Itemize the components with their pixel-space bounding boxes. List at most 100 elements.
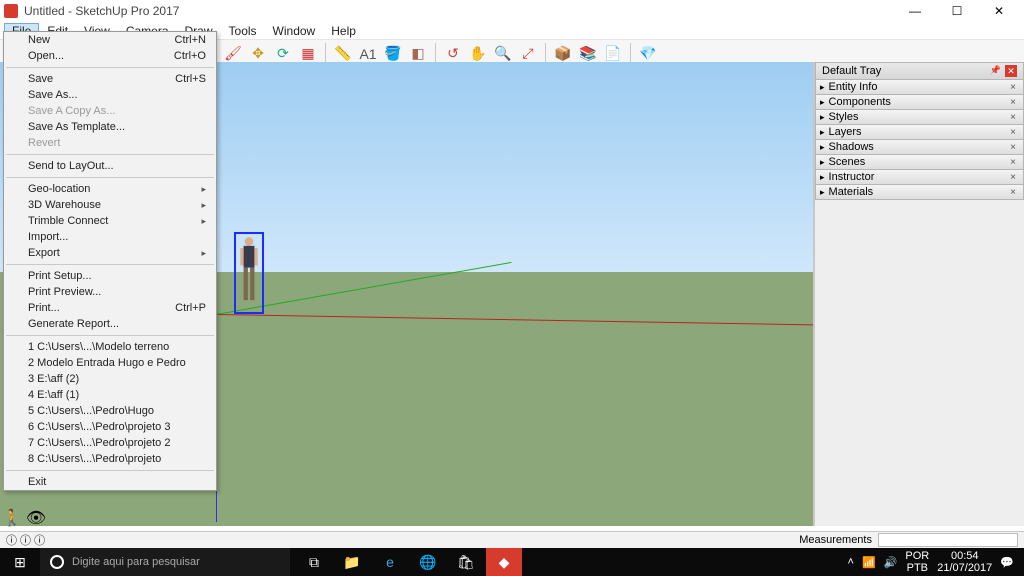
menu-item-save-copy: Save A Copy As...: [4, 103, 216, 119]
submenu-arrow-icon: ▸: [201, 216, 206, 227]
windows-taskbar: ⊞ Digite aqui para pesquisar ⧉ 📁 e 🌐 🛍 ◆…: [0, 548, 1024, 576]
notification-icon[interactable]: 💬: [1000, 556, 1014, 569]
panel-materials[interactable]: ▸Materials×: [815, 185, 1024, 200]
minimize-button[interactable]: —: [894, 0, 936, 22]
menu-item-recent-4[interactable]: 4 E:\aff (1): [4, 387, 216, 403]
status-icons[interactable]: ⓘ ⓘ ⓘ: [6, 532, 45, 548]
cortana-icon: [50, 555, 64, 569]
menu-item-recent-3[interactable]: 3 E:\aff (2): [4, 371, 216, 387]
menu-item-recent-8[interactable]: 8 C:\Users\...\Pedro\projeto: [4, 451, 216, 467]
menu-tools[interactable]: Tools: [221, 23, 265, 39]
menu-separator: [6, 67, 214, 68]
task-view-icon[interactable]: ⧉: [296, 548, 332, 576]
panel-close-icon[interactable]: ×: [1007, 97, 1019, 108]
menu-item-geo[interactable]: Geo-location▸: [4, 181, 216, 197]
person-hint-icon: 🚶: [2, 508, 22, 528]
menu-item-send-layout[interactable]: Send to LayOut...: [4, 158, 216, 174]
panel-close-icon[interactable]: ×: [1007, 82, 1019, 93]
menu-item-new[interactable]: NewCtrl+N: [4, 32, 216, 48]
panel-entity-info[interactable]: ▸Entity Info×: [815, 80, 1024, 95]
menu-item-import[interactable]: Import...: [4, 229, 216, 245]
menu-item-save-as[interactable]: Save As...: [4, 87, 216, 103]
scale-figure-selected[interactable]: [234, 232, 264, 314]
tray-close-icon[interactable]: ✕: [1005, 65, 1017, 77]
submenu-arrow-icon: ▸: [201, 184, 206, 195]
taskbar-search[interactable]: Digite aqui para pesquisar: [40, 548, 290, 576]
panel-scenes[interactable]: ▸Scenes×: [815, 155, 1024, 170]
panel-shadows[interactable]: ▸Shadows×: [815, 140, 1024, 155]
store-icon[interactable]: 🛍: [448, 548, 484, 576]
menu-separator: [6, 470, 214, 471]
menu-item-save[interactable]: SaveCtrl+S: [4, 71, 216, 87]
menu-item-recent-7[interactable]: 7 C:\Users\...\Pedro\projeto 2: [4, 435, 216, 451]
explorer-icon[interactable]: 📁: [334, 548, 370, 576]
eye-hint-icon: 👁: [26, 508, 46, 528]
sketchup-taskbar-icon[interactable]: ◆: [486, 548, 522, 576]
menu-item-print-preview[interactable]: Print Preview...: [4, 284, 216, 300]
menu-item-report[interactable]: Generate Report...: [4, 316, 216, 332]
menu-item-print[interactable]: Print...Ctrl+P: [4, 300, 216, 316]
menu-item-export[interactable]: Export▸: [4, 245, 216, 261]
tray-title-label: Default Tray: [822, 65, 881, 77]
menu-item-recent-2[interactable]: 2 Modelo Entrada Hugo e Pedro: [4, 355, 216, 371]
chevron-right-icon: ▸: [820, 187, 825, 197]
person-icon: [238, 235, 260, 311]
maximize-button[interactable]: ☐: [936, 0, 978, 22]
panel-close-icon[interactable]: ×: [1007, 172, 1019, 183]
menu-item-recent-1[interactable]: 1 C:\Users\...\Modelo terreno: [4, 339, 216, 355]
submenu-arrow-icon: ▸: [201, 248, 206, 259]
menu-item-trimble[interactable]: Trimble Connect▸: [4, 213, 216, 229]
menu-item-recent-6[interactable]: 6 C:\Users\...\Pedro\projeto 3: [4, 419, 216, 435]
panel-close-icon[interactable]: ×: [1007, 187, 1019, 198]
file-dropdown-menu: NewCtrl+N Open...Ctrl+O SaveCtrl+S Save …: [3, 31, 217, 491]
menu-item-recent-5[interactable]: 5 C:\Users\...\Pedro\Hugo: [4, 403, 216, 419]
tray-up-icon[interactable]: ˄: [848, 556, 854, 568]
tray-title[interactable]: Default Tray 📌 ✕: [815, 62, 1024, 80]
pin-icon[interactable]: 📌: [990, 65, 1001, 77]
measurements-label: Measurements: [799, 534, 872, 546]
chevron-right-icon: ▸: [820, 157, 825, 167]
menu-item-revert: Revert: [4, 135, 216, 151]
menu-item-print-setup[interactable]: Print Setup...: [4, 268, 216, 284]
chevron-right-icon: ▸: [820, 112, 825, 122]
menu-item-save-template[interactable]: Save As Template...: [4, 119, 216, 135]
menu-item-open[interactable]: Open...Ctrl+O: [4, 48, 216, 64]
default-tray: Default Tray 📌 ✕ ▸Entity Info× ▸Componen…: [814, 62, 1024, 526]
panel-close-icon[interactable]: ×: [1007, 157, 1019, 168]
chevron-right-icon: ▸: [820, 172, 825, 182]
window-title: Untitled - SketchUp Pro 2017: [24, 4, 894, 18]
chrome-icon[interactable]: 🌐: [410, 548, 446, 576]
chevron-right-icon: ▸: [820, 82, 825, 92]
menu-separator: [6, 154, 214, 155]
system-tray: ˄ 📶 🔊 POR PTB 00:54 21/07/2017 💬: [848, 550, 1024, 574]
viewport-hints: 🚶 👁: [2, 508, 46, 528]
panel-layers[interactable]: ▸Layers×: [815, 125, 1024, 140]
panel-close-icon[interactable]: ×: [1007, 112, 1019, 123]
panel-instructor[interactable]: ▸Instructor×: [815, 170, 1024, 185]
menu-window[interactable]: Window: [265, 23, 324, 39]
menu-separator: [6, 177, 214, 178]
statusbar: ⓘ ⓘ ⓘ Measurements: [0, 531, 1024, 548]
taskbar-apps: ⧉ 📁 e 🌐 🛍 ◆: [296, 548, 522, 576]
measurements-input[interactable]: [878, 533, 1018, 547]
wifi-icon[interactable]: 📶: [862, 556, 876, 569]
sound-icon[interactable]: 🔊: [884, 556, 898, 569]
submenu-arrow-icon: ▸: [201, 200, 206, 211]
panel-close-icon[interactable]: ×: [1007, 127, 1019, 138]
panel-close-icon[interactable]: ×: [1007, 142, 1019, 153]
panel-styles[interactable]: ▸Styles×: [815, 110, 1024, 125]
taskbar-clock[interactable]: 00:54 21/07/2017: [937, 550, 992, 574]
menu-item-exit[interactable]: Exit: [4, 474, 216, 490]
taskbar-lang[interactable]: POR PTB: [905, 550, 929, 574]
window-titlebar: Untitled - SketchUp Pro 2017 — ☐ ✕: [0, 0, 1024, 22]
menu-help[interactable]: Help: [323, 23, 364, 39]
app-icon: [4, 4, 18, 18]
menu-separator: [6, 335, 214, 336]
start-button[interactable]: ⊞: [0, 554, 40, 571]
menu-item-3d-warehouse[interactable]: 3D Warehouse▸: [4, 197, 216, 213]
panel-components[interactable]: ▸Components×: [815, 95, 1024, 110]
chevron-right-icon: ▸: [820, 97, 825, 107]
close-button[interactable]: ✕: [978, 0, 1020, 22]
edge-icon[interactable]: e: [372, 548, 408, 576]
menu-separator: [6, 264, 214, 265]
